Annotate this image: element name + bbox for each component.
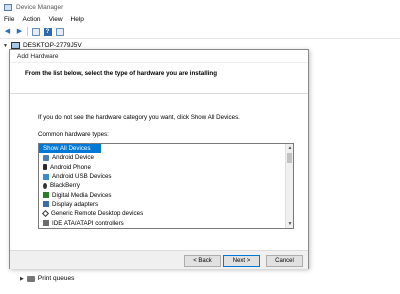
scroll-up-icon[interactable]: ▲: [286, 144, 293, 152]
chevron-down-icon[interactable]: ▼: [3, 43, 8, 49]
chevron-right-icon[interactable]: ▶: [20, 276, 24, 282]
hardware-list-items: Show All Devices Android Device Android …: [39, 144, 286, 228]
device-manager-icon: [4, 3, 12, 11]
toolbar: ◀ ▶ ?: [0, 25, 400, 39]
list-item-android-device[interactable]: Android Device: [39, 153, 286, 162]
list-scrollbar[interactable]: ▲ ▼: [285, 144, 293, 228]
list-item-label: Digital Media Devices: [52, 191, 112, 199]
ide-controller-icon: [43, 220, 49, 227]
display-adapter-icon: [43, 201, 49, 208]
remote-desktop-icon: [41, 210, 50, 218]
list-item-show-all[interactable]: Show All Devices: [39, 144, 101, 154]
list-item-label: IDE ATA/ATAPI controllers: [52, 219, 124, 227]
dialog-header: Add Hardware From the list below, select…: [10, 50, 308, 94]
scroll-down-icon[interactable]: ▼: [286, 220, 293, 228]
menu-view[interactable]: View: [49, 16, 63, 23]
tree-item-label: Print queues: [37, 275, 75, 282]
device-manager-titlebar: Device Manager: [0, 0, 400, 14]
back-arrow-icon[interactable]: ◀: [3, 27, 12, 36]
list-item-remote-desktop[interactable]: Generic Remote Desktop devices: [39, 209, 286, 218]
menu-help[interactable]: Help: [71, 16, 84, 23]
list-item-android-usb[interactable]: Android USB Devices: [39, 172, 286, 181]
forward-arrow-icon[interactable]: ▶: [15, 27, 24, 36]
menu-bar: File Action View Help: [0, 14, 400, 25]
computer-name: DESKTOP-2779J5V: [22, 42, 82, 49]
list-item-display-adapters[interactable]: Display adapters: [39, 200, 286, 209]
scroll-thumb[interactable]: [287, 153, 292, 163]
list-item-label: BlackBerry: [50, 182, 80, 190]
list-item-ide-controllers[interactable]: IDE ATA/ATAPI controllers: [39, 218, 286, 227]
list-item-label: Show All Devices: [43, 145, 91, 153]
tree-root-computer[interactable]: ▼ DESKTOP-2779J5V: [3, 42, 82, 49]
dialog-titlebar: Add Hardware: [10, 50, 308, 63]
computer-icon: [10, 42, 20, 49]
properties-icon[interactable]: [31, 27, 40, 36]
list-item-label: Android USB Devices: [52, 173, 112, 181]
menu-action[interactable]: Action: [22, 16, 40, 23]
dialog-footer: < Back Next > Cancel: [10, 250, 308, 269]
help-icon[interactable]: ?: [43, 27, 52, 36]
phone-icon: [43, 164, 47, 171]
show-hidden-icon[interactable]: [55, 27, 64, 36]
add-hardware-dialog: Add Hardware From the list below, select…: [9, 49, 309, 269]
list-item-label: Android Phone: [50, 163, 91, 171]
list-item-label: Android Device: [52, 154, 94, 162]
hardware-type-list[interactable]: Show All Devices Android Device Android …: [38, 143, 294, 229]
dialog-heading: From the list below, select the type of …: [25, 70, 217, 77]
toolbar-separator: [27, 27, 28, 36]
tree-item-print-queues[interactable]: ▶ Print queues: [20, 275, 74, 282]
dialog-info-text: If you do not see the hardware category …: [38, 114, 240, 121]
list-item-android-phone[interactable]: Android Phone: [39, 163, 286, 172]
usb-icon: [43, 173, 49, 180]
dialog-title: Add Hardware: [17, 52, 59, 60]
dialog-body: If you do not see the hardware category …: [10, 95, 308, 250]
back-button[interactable]: < Back: [184, 255, 221, 267]
window-title: Device Manager: [16, 3, 64, 11]
printer-icon: [26, 275, 35, 282]
list-item-label: Display adapters: [52, 200, 99, 208]
next-button[interactable]: Next >: [223, 255, 260, 267]
menu-file[interactable]: File: [4, 16, 14, 23]
common-types-label: Common hardware types:: [38, 131, 109, 138]
android-device-icon: [43, 154, 49, 161]
list-item-digital-media[interactable]: Digital Media Devices: [39, 190, 286, 199]
blackberry-icon: [43, 182, 47, 189]
list-item-blackberry[interactable]: BlackBerry: [39, 181, 286, 190]
media-device-icon: [43, 192, 49, 199]
list-item-label: Generic Remote Desktop devices: [51, 210, 144, 218]
cancel-button[interactable]: Cancel: [266, 255, 303, 267]
